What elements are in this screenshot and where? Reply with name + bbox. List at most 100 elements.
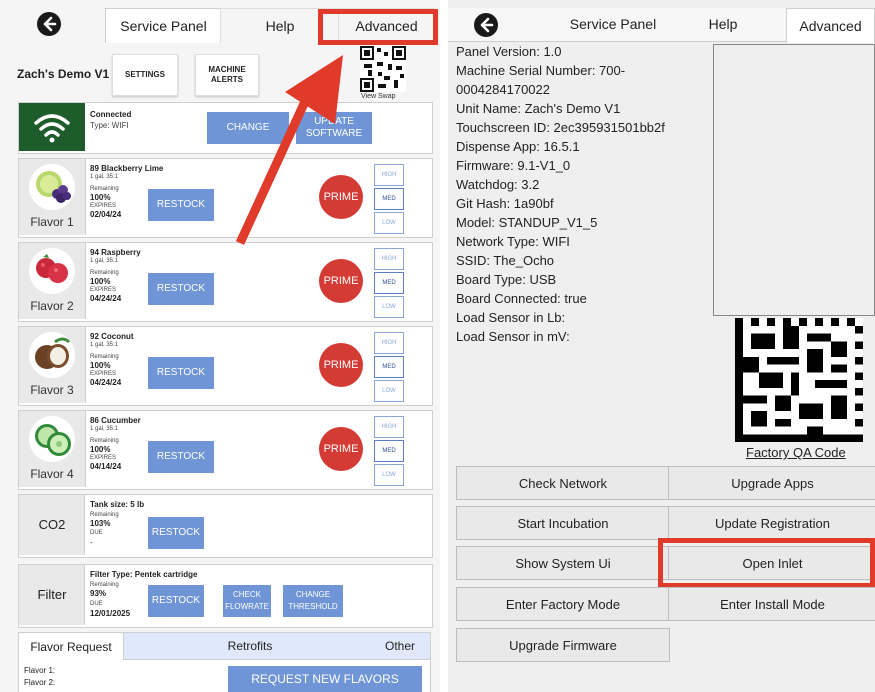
tab-help[interactable]: Help — [688, 16, 758, 32]
prime-button[interactable]: PRIME — [319, 343, 363, 387]
info-board-type: Board Type: USB — [456, 272, 557, 287]
info-board-connected: Board Connected: true — [456, 291, 587, 306]
due-label: DUE — [90, 530, 103, 536]
info-load-sensor-lb: Load Sensor in Lb: — [456, 310, 566, 325]
tab-retrofits[interactable]: Retrofits — [190, 632, 310, 660]
remaining-value: 100% — [90, 277, 111, 286]
info-network-type: Network Type: WIFI — [456, 234, 570, 249]
prime-button[interactable]: PRIME — [319, 427, 363, 471]
co2-tile: CO2 — [19, 495, 85, 555]
expires-label: EXPIRES — [90, 371, 117, 377]
restock-button[interactable]: RESTOCK — [148, 357, 214, 389]
flavor-size: 1 gal, 35:1 — [90, 342, 119, 348]
remaining-label: Remaining — [90, 512, 119, 518]
service-panel-left: Service Panel Help Advanced Zach's Demo … — [0, 0, 440, 692]
open-inlet-highlight — [658, 538, 875, 588]
info-git-hash: Git Hash: 1a90bf — [456, 196, 554, 211]
info-load-sensor-mv: Load Sensor in mV: — [456, 329, 570, 344]
flavor-card-4: Flavor 4 86 Cucumber 1 gal, 35:1 Remaini… — [18, 410, 433, 490]
info-watchdog: Watchdog: 3.2 — [456, 177, 540, 192]
enter-install-mode-button[interactable]: Enter Install Mode — [668, 587, 875, 621]
info-firmware: Firmware: 9.1-V1_0 — [456, 158, 571, 173]
tab-other[interactable]: Other — [370, 632, 430, 660]
filter-type: Filter Type: Pentek cartridge — [90, 570, 198, 579]
factory-qa-code-label[interactable]: Factory QA Code — [746, 445, 846, 460]
flavor-name: 86 Cucumber — [90, 416, 141, 425]
flavor-label: Flavor 2 — [30, 299, 74, 313]
check-network-button[interactable]: Check Network — [456, 466, 670, 500]
coconut-icon — [29, 332, 75, 378]
flavor-request-line-1: Flavor 1: — [24, 666, 56, 675]
filter-label: Filter — [37, 587, 67, 602]
tab-advanced[interactable]: Advanced — [786, 8, 875, 43]
filter-card: Filter Filter Type: Pentek cartridge Rem… — [18, 564, 433, 628]
restock-button[interactable]: RESTOCK — [148, 441, 214, 473]
flavor-label: Flavor 3 — [30, 383, 74, 397]
factory-qa-code-icon — [735, 318, 863, 442]
remaining-value: 103% — [90, 519, 111, 528]
tab-flavor-request[interactable]: Flavor Request — [18, 632, 124, 661]
level-high-button[interactable]: HIGH — [374, 332, 404, 354]
remaining-label: Remaining — [90, 438, 119, 444]
level-high-button[interactable]: HIGH — [374, 416, 404, 438]
info-serial-number: Machine Serial Number: 700- — [456, 63, 626, 78]
request-new-flavors-button[interactable]: REQUEST NEW FLAVORS — [228, 666, 422, 692]
tab-service-panel[interactable]: Service Panel — [553, 16, 673, 32]
info-unit-name: Unit Name: Zach's Demo V1 — [456, 101, 621, 116]
level-low-button[interactable]: LOW — [374, 296, 404, 318]
due-value: 12/01/2025 — [90, 609, 131, 618]
info-panel-version: Panel Version: 1.0 — [456, 44, 562, 59]
level-low-button[interactable]: LOW — [374, 380, 404, 402]
co2-restock-button[interactable]: RESTOCK — [148, 517, 204, 549]
filter-restock-button[interactable]: RESTOCK — [148, 585, 204, 617]
co2-label: CO2 — [38, 517, 66, 532]
level-med-button[interactable]: MED — [374, 356, 404, 378]
flavor-tile: Flavor 4 — [19, 411, 86, 487]
remaining-label: Remaining — [90, 270, 119, 276]
flavor-size: 1 gal, 35:1 — [90, 426, 119, 432]
level-med-button[interactable]: MED — [374, 440, 404, 462]
info-touchscreen-id: Touchscreen ID: 2ec395931501bb2f — [456, 120, 665, 135]
remaining-value: 100% — [90, 361, 111, 370]
flavor-request-line-2: Flavor 2: — [24, 678, 56, 687]
due-label: DUE — [90, 601, 103, 607]
show-system-ui-button[interactable]: Show System Ui — [456, 546, 670, 580]
expires-value: 04/24/24 — [90, 378, 122, 387]
flavor-card-3: Flavor 3 92 Coconut 1 gal, 35:1 Remainin… — [18, 326, 433, 406]
level-med-button[interactable]: MED — [374, 272, 404, 294]
back-arrow-icon[interactable] — [474, 13, 498, 37]
level-low-button[interactable]: LOW — [374, 464, 404, 486]
remaining-value: 100% — [90, 445, 111, 454]
enter-factory-mode-button[interactable]: Enter Factory Mode — [456, 587, 670, 621]
annotation-arrow-icon — [235, 55, 343, 245]
co2-card: CO2 Tank size: 5 lb Remaining 103% DUE -… — [18, 494, 433, 558]
advanced-panel-right: Service Panel Help Advanced Panel Versio… — [448, 0, 875, 692]
co2-tank-size: Tank size: 5 lb — [90, 500, 145, 509]
log-box — [713, 44, 875, 316]
due-value: - — [90, 538, 93, 547]
prime-button[interactable]: PRIME — [319, 259, 363, 303]
upgrade-firmware-button[interactable]: Upgrade Firmware — [456, 628, 670, 662]
cucumber-icon — [29, 416, 75, 462]
info-model: Model: STANDUP_V1_5 — [456, 215, 598, 230]
flavor-label: Flavor 4 — [30, 467, 74, 481]
info-serial-number-cont: 0004284170022 — [456, 82, 550, 97]
filter-tile: Filter — [19, 565, 85, 625]
flavor-name: 92 Coconut — [90, 332, 134, 341]
info-ssid: SSID: The_Ocho — [456, 253, 555, 268]
start-incubation-button[interactable]: Start Incubation — [456, 506, 670, 540]
info-dispense-app: Dispense App: 16.5.1 — [456, 139, 580, 154]
remaining-label: Remaining — [90, 354, 119, 360]
remaining-label: Remaining — [90, 582, 119, 588]
remaining-value: 93% — [90, 589, 107, 598]
expires-value: 04/14/24 — [90, 462, 122, 471]
check-flowrate-button[interactable]: CHECK FLOWRATE — [223, 585, 271, 617]
expires-label: EXPIRES — [90, 455, 117, 461]
change-threshold-button[interactable]: CHANGE THRESHOLD — [283, 585, 343, 617]
update-registration-button[interactable]: Update Registration — [668, 506, 875, 540]
upgrade-apps-button[interactable]: Upgrade Apps — [668, 466, 875, 500]
expires-value: 04/24/24 — [90, 294, 122, 303]
restock-button[interactable]: RESTOCK — [148, 273, 214, 305]
expires-label: EXPIRES — [90, 287, 117, 293]
flavor-tile: Flavor 3 — [19, 327, 86, 403]
